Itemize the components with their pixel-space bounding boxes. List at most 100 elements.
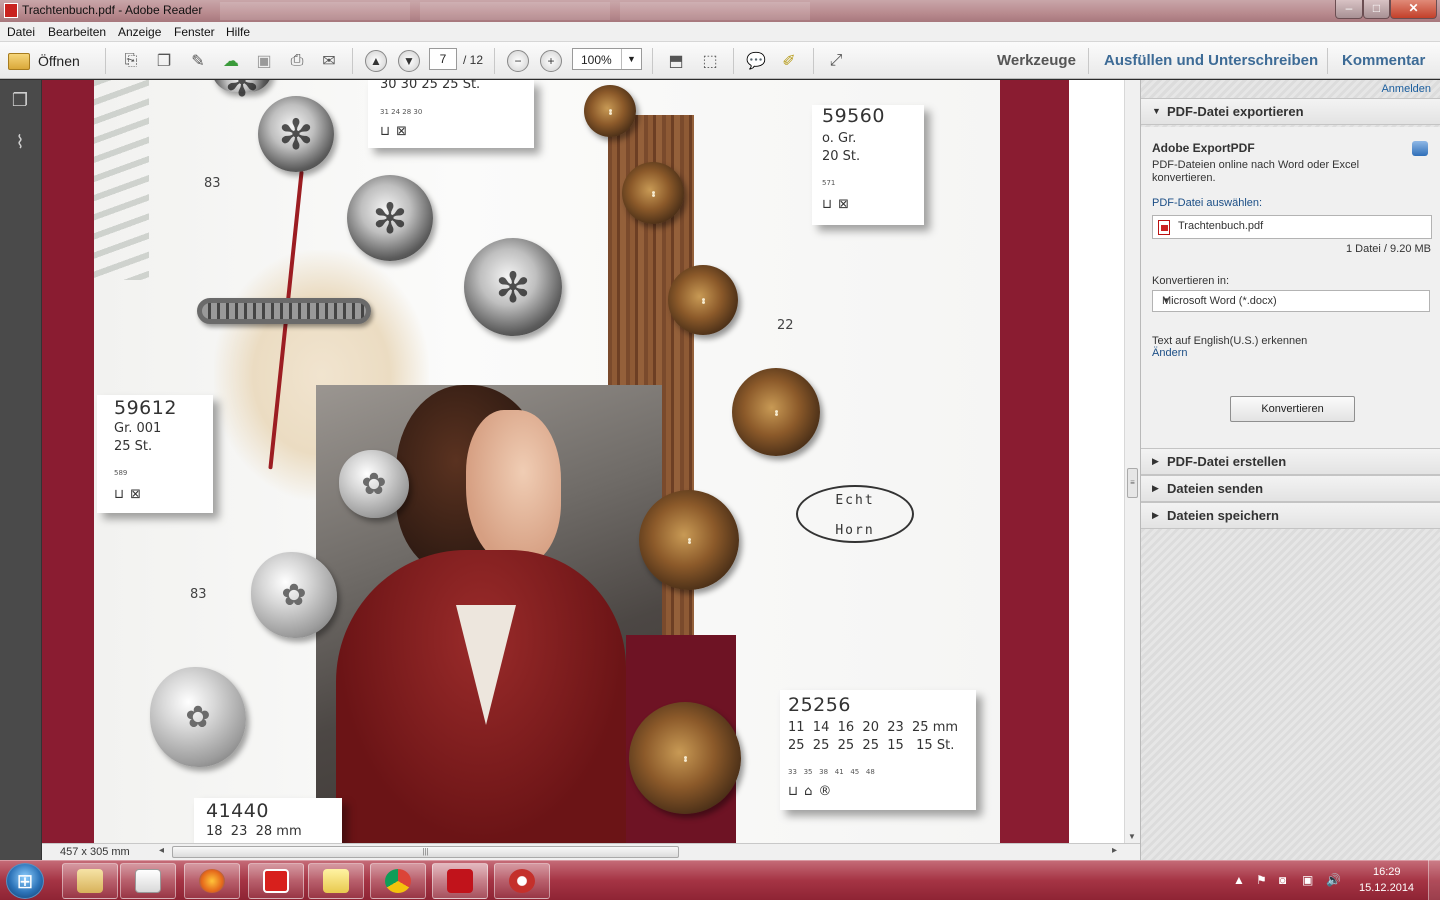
format-dropdown[interactable]: Microsoft Word (*.docx) ▼	[1152, 290, 1430, 312]
page-down-icon[interactable]: ▼	[398, 50, 420, 72]
chevron-down-icon[interactable]: ▼	[621, 49, 641, 69]
tab-ausfuellen[interactable]: Ausfüllen und Unterschreiben	[1104, 52, 1318, 69]
convert-button[interactable]: Konvertieren	[1230, 396, 1355, 422]
triangle-right-icon: ▶	[1152, 483, 1159, 493]
folder-icon	[77, 869, 103, 893]
sticky-notes-taskbar-button[interactable]	[308, 863, 364, 899]
comment-icon[interactable]: 💬	[745, 51, 767, 71]
export-pdf-icon	[1412, 141, 1428, 156]
service-title: Adobe ExportPDF	[1152, 141, 1255, 155]
attachment-icon[interactable]: ⌇	[9, 132, 31, 156]
maximize-button[interactable]: □	[1363, 0, 1390, 19]
hammered-button	[150, 667, 246, 767]
product-code: 571	[822, 179, 836, 187]
chevron-down-icon: ▼	[1162, 296, 1170, 305]
section-create-pdf[interactable]: ▶ PDF-Datei erstellen	[1141, 448, 1440, 475]
foxit-icon	[263, 869, 289, 893]
toolbar-separator	[105, 48, 106, 74]
expand-icon[interactable]: ⤢	[825, 51, 847, 71]
hammered-button	[251, 552, 337, 638]
toolbar-separator	[1327, 48, 1328, 74]
highlight-icon[interactable]: ✐	[778, 51, 800, 71]
vertical-scrollbar[interactable]: ≡ ▼	[1124, 80, 1140, 843]
adobe-reader-taskbar-button[interactable]	[432, 863, 488, 899]
save-icon[interactable]: ▣	[253, 51, 275, 71]
stamp-line-1: Echt	[835, 493, 875, 508]
pdf-file-icon	[1158, 220, 1170, 235]
edit-icon[interactable]: ✎	[187, 51, 209, 71]
fit-page-icon[interactable]: ⬒	[665, 51, 687, 71]
volume-icon[interactable]: 🔊	[1326, 873, 1341, 887]
file-selector[interactable]: Trachtenbuch.pdf	[1152, 215, 1432, 239]
zoom-out-icon[interactable]: −	[507, 50, 529, 72]
network-sync-icon[interactable]: ◙	[1279, 873, 1286, 887]
edelweiss-button	[258, 96, 334, 172]
document-view[interactable]: 30 30 25 25 St. 31 24 28 30 ⊔⊠ 59560 o. …	[42, 80, 1124, 843]
menu-datei[interactable]: Datei	[7, 25, 35, 39]
tab-kommentar[interactable]: Kommentar	[1342, 52, 1425, 69]
tab-werkzeuge[interactable]: Werkzeuge	[997, 52, 1076, 69]
horn-button	[732, 368, 820, 456]
media-player-taskbar-button[interactable]	[120, 863, 176, 899]
toolbar-separator	[733, 48, 734, 74]
horn-button	[639, 490, 739, 590]
menu-fenster[interactable]: Fenster	[174, 25, 215, 39]
menu-hilfe[interactable]: Hilfe	[226, 25, 250, 39]
scroll-left-icon[interactable]: ◂	[159, 845, 164, 856]
menu-bearbeiten[interactable]: Bearbeiten	[48, 25, 106, 39]
scroll-right-icon[interactable]: ▸	[1112, 845, 1117, 856]
start-button[interactable]	[6, 863, 44, 899]
pdf-page: 30 30 25 25 St. 31 24 28 30 ⊔⊠ 59560 o. …	[94, 80, 1000, 843]
change-language-link[interactable]: Ändern	[1152, 347, 1187, 359]
clock-date[interactable]: 15.12.2014	[1359, 882, 1414, 894]
product-size: Gr. 001	[114, 421, 162, 436]
pages-thumbnail-icon[interactable]: ❐	[9, 90, 31, 114]
combine-icon[interactable]: ❐	[153, 51, 175, 71]
edelweiss-button	[212, 80, 272, 92]
zoom-select[interactable]: 100% ▼	[572, 48, 642, 70]
section-send-files[interactable]: ▶ Dateien senden	[1141, 475, 1440, 502]
toolbar-separator	[652, 48, 653, 74]
firefox-taskbar-button[interactable]	[184, 863, 240, 899]
chrome-taskbar-button[interactable]	[370, 863, 426, 899]
fit-width-icon[interactable]: ⬚	[699, 51, 721, 71]
email-icon[interactable]: ✉	[318, 51, 340, 71]
foxit-taskbar-button[interactable]	[248, 863, 304, 899]
acrobat-alt-icon	[509, 869, 535, 893]
horn-button	[629, 702, 741, 814]
edelweiss-button	[347, 175, 433, 261]
show-desktop-button[interactable]	[1428, 860, 1440, 900]
taskbar: ▲ ⚑ ◙ ▣ 🔊	[0, 860, 1440, 900]
page-number-input[interactable]: 7	[429, 48, 457, 70]
card-quantities: 30 30 25 25 St.	[380, 80, 481, 92]
network-icon[interactable]: ▣	[1302, 873, 1313, 887]
background-windows	[220, 2, 810, 20]
photo-face	[466, 410, 561, 565]
zoom-in-icon[interactable]: +	[540, 50, 562, 72]
section-store-files[interactable]: ▶ Dateien speichern	[1141, 502, 1440, 529]
upload-icon[interactable]: ☁	[220, 51, 242, 71]
product-quantity: 20 St.	[822, 149, 861, 164]
scroll-down-icon[interactable]: ▼	[1128, 832, 1136, 841]
minimize-button[interactable]: –	[1335, 0, 1363, 19]
horizontal-scrollbar-thumb[interactable]: |||	[172, 846, 679, 858]
tray-expand-icon[interactable]: ▲	[1233, 873, 1245, 887]
acrobat-taskbar-button[interactable]	[494, 863, 550, 899]
print-icon[interactable]: ⎙	[286, 51, 308, 71]
triangle-right-icon: ▶	[1152, 510, 1159, 520]
care-symbols-icon: ⊔⊠	[380, 124, 414, 139]
sign-in-link[interactable]: Anmelden	[1381, 83, 1431, 95]
care-symbols-icon: ⊔⊠	[822, 197, 856, 212]
clock-time[interactable]: 16:29	[1373, 866, 1401, 878]
scrollbar-thumb[interactable]: ≡	[1127, 468, 1138, 498]
close-button[interactable]: ✕	[1390, 0, 1437, 19]
open-button[interactable]: Öffnen	[8, 50, 80, 72]
page-up-icon[interactable]: ▲	[365, 50, 387, 72]
file-explorer-taskbar-button[interactable]	[62, 863, 118, 899]
flag-icon[interactable]: ⚑	[1256, 873, 1267, 887]
create-pdf-icon[interactable]: ⎘	[120, 51, 142, 71]
product-card-25256: 25256 11 14 16 20 23 25 mm 25 25 25 25 1…	[780, 690, 976, 810]
menu-anzeige[interactable]: Anzeige	[118, 25, 161, 39]
triangle-down-icon: ▼	[1152, 106, 1161, 116]
section-export-pdf[interactable]: ▼ PDF-Datei exportieren	[1141, 98, 1440, 125]
